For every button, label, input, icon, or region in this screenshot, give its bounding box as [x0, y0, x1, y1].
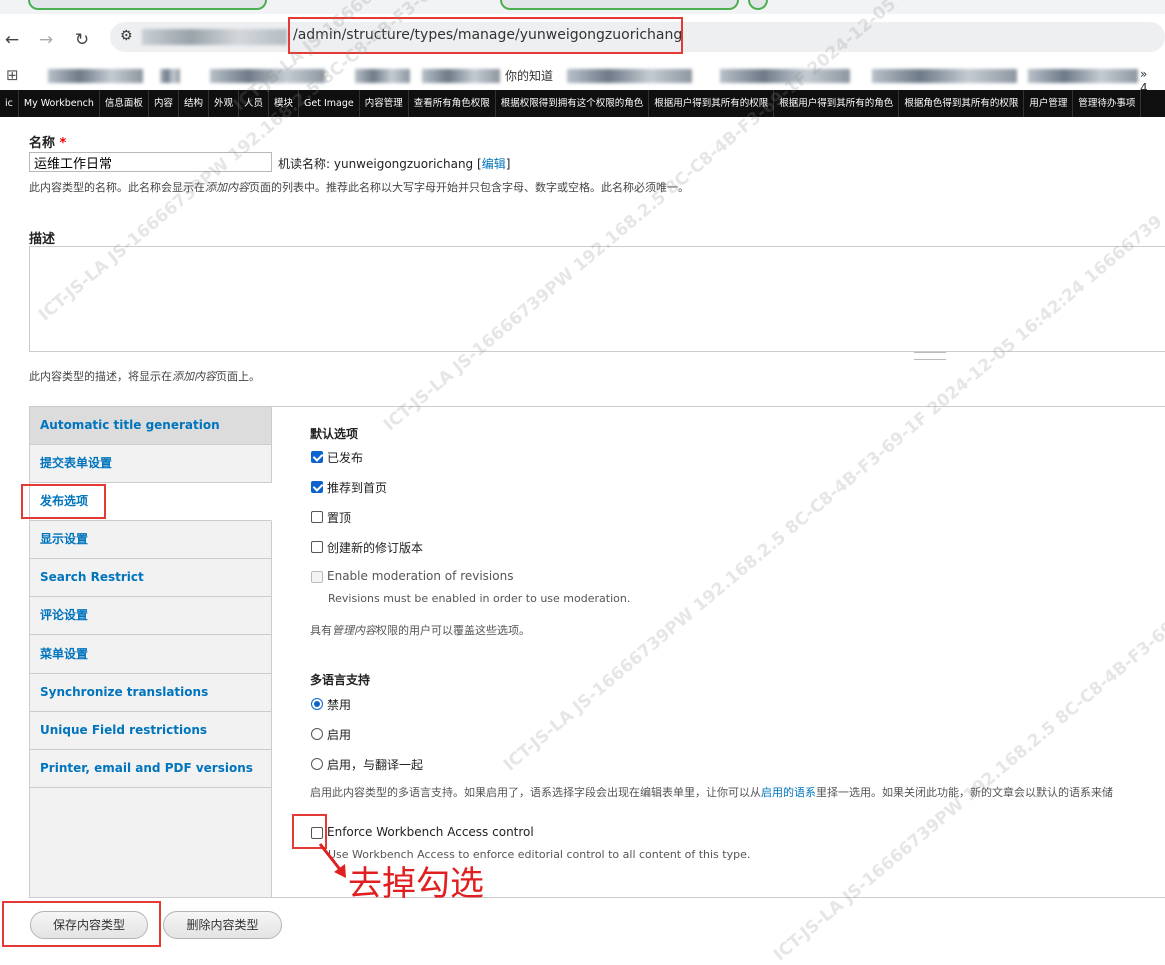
- admin-menu-item[interactable]: 根据角色得到其所有的权限: [899, 90, 1025, 117]
- admin-menu-item[interactable]: 内容管理: [360, 90, 409, 117]
- multilingual-title: 多语言支持: [310, 673, 371, 687]
- back-icon[interactable]: ←: [2, 30, 22, 50]
- moderation-help: Revisions must be enabled in order to us…: [328, 592, 631, 605]
- browser-tab[interactable]: [500, 0, 739, 10]
- bookmark-item[interactable]: [210, 69, 325, 83]
- vtab-menu-settings[interactable]: 菜单设置: [30, 636, 271, 674]
- admin-menu-item[interactable]: My Workbench: [19, 90, 100, 117]
- vtab-synchronize-translations[interactable]: Synchronize translations: [30, 674, 271, 712]
- bookmark-item[interactable]: [720, 69, 850, 83]
- save-highlight-box: [2, 901, 161, 947]
- vtab-unique-field[interactable]: Unique Field restrictions: [30, 712, 271, 750]
- admin-menu-item[interactable]: 根据权限得到拥有这个权限的角色: [496, 90, 650, 117]
- admin-toolbar: ic My Workbench 信息面板 内容 结构 外观 人员 模块 Get …: [0, 90, 1165, 117]
- vtab-automatic-title[interactable]: Automatic title generation: [30, 407, 271, 445]
- vtab-display-settings[interactable]: 显示设置: [30, 521, 271, 559]
- admin-menu-item[interactable]: 模块: [269, 90, 300, 117]
- new-tab-button[interactable]: [748, 0, 768, 10]
- default-options-title: 默认选项: [310, 427, 359, 441]
- name-input[interactable]: [29, 152, 272, 172]
- bookmark-item[interactable]: 你的知道: [505, 67, 553, 84]
- admin-menu-item[interactable]: 人员: [239, 90, 269, 117]
- multilingual-help: 启用此内容类型的多语言支持。如果启用了，语系选择字段会出现在编辑表单里，让你可以…: [310, 786, 1113, 799]
- published-checkbox[interactable]: [311, 451, 323, 463]
- description-textarea[interactable]: [29, 246, 1165, 352]
- delete-content-type-button[interactable]: 删除内容类型: [163, 911, 282, 939]
- admin-menu-item[interactable]: 根据用户得到其所有的角色: [774, 90, 900, 117]
- annotation-text: 去掉勾选: [348, 864, 484, 904]
- url-host-redacted: [142, 29, 287, 45]
- bookmark-item[interactable]: [160, 69, 180, 83]
- browser-tab[interactable]: [28, 0, 267, 10]
- site-settings-icon[interactable]: ⚙: [120, 28, 133, 44]
- description-help: 此内容类型的描述，将显示在添加内容页面上。: [29, 370, 260, 383]
- bookmark-item[interactable]: [1028, 69, 1138, 83]
- bookmark-item[interactable]: [355, 69, 410, 83]
- multilingual-disabled-label[interactable]: 禁用: [327, 696, 351, 713]
- name-label: 名称 *: [29, 136, 67, 151]
- multilingual-enabled-label[interactable]: 启用: [327, 726, 351, 743]
- enabled-languages-link[interactable]: 启用的语系: [761, 786, 816, 799]
- multilingual-enabled-radio[interactable]: [311, 728, 323, 740]
- url-highlight-box: [288, 17, 683, 54]
- required-mark: *: [59, 136, 67, 151]
- bookmark-item[interactable]: [422, 69, 500, 83]
- forward-icon[interactable]: →: [36, 30, 56, 50]
- name-help: 此内容类型的名称。此名称会显示在添加内容页面的列表中。推荐此名称以大写字母开始并…: [29, 181, 689, 194]
- textarea-resize-grip[interactable]: [914, 352, 946, 360]
- vertical-tab-list: Automatic title generation 提交表单设置 发布选项 显…: [29, 407, 272, 897]
- multilingual-translation-radio[interactable]: [311, 758, 323, 770]
- vtab-search-restrict[interactable]: Search Restrict: [30, 559, 271, 597]
- annotation-arrow-icon: [318, 843, 346, 878]
- apps-grid-icon[interactable]: ⊞: [6, 66, 19, 84]
- multilingual-translation-label[interactable]: 启用，与翻译一起: [327, 756, 423, 773]
- override-help: 具有管理内容权限的用户可以覆盖这些选项。: [310, 624, 530, 637]
- reload-icon[interactable]: ↻: [72, 30, 92, 50]
- moderation-label: Enable moderation of revisions: [327, 569, 514, 583]
- bookmark-item[interactable]: [872, 69, 1017, 83]
- vtab-printer-email-pdf[interactable]: Printer, email and PDF versions: [30, 750, 271, 788]
- machine-name-edit-link[interactable]: 编辑: [482, 157, 506, 171]
- admin-menu-item[interactable]: 外观: [209, 90, 239, 117]
- multilingual-disabled-radio[interactable]: [311, 698, 323, 710]
- revision-checkbox[interactable]: [311, 541, 323, 553]
- promote-label[interactable]: 推荐到首页: [327, 479, 387, 496]
- sticky-label[interactable]: 置顶: [327, 509, 351, 526]
- admin-menu-item[interactable]: 信息面板: [100, 90, 149, 117]
- machine-name: 机读名称: yunweigongzuorichang [编辑]: [278, 157, 511, 171]
- admin-menu-item[interactable]: 用户管理: [1024, 90, 1074, 117]
- admin-menu-item[interactable]: 根据用户得到其所有的权限: [649, 90, 775, 117]
- vtab-comment-settings[interactable]: 评论设置: [30, 597, 271, 635]
- vtab-submission-settings[interactable]: 提交表单设置: [30, 445, 271, 483]
- admin-menu-item[interactable]: 内容: [149, 90, 179, 117]
- bookmarks-bar: ⊞ 你的知道 » 4...: [0, 62, 1165, 95]
- admin-menu-item[interactable]: 管理待办事项: [1073, 90, 1142, 117]
- vertical-tabs: Automatic title generation 提交表单设置 发布选项 显…: [29, 406, 1165, 898]
- browser-tab-strip: [0, 0, 1165, 14]
- published-label[interactable]: 已发布: [327, 449, 363, 466]
- tab-highlight-box: [21, 484, 106, 519]
- sticky-checkbox[interactable]: [311, 511, 323, 523]
- revision-label[interactable]: 创建新的修订版本: [327, 539, 423, 556]
- admin-menu-item[interactable]: Get Image: [299, 90, 360, 117]
- admin-menu-item[interactable]: 结构: [179, 90, 209, 117]
- admin-menu-item[interactable]: ic: [0, 90, 19, 117]
- bookmark-item[interactable]: [48, 69, 143, 83]
- moderation-checkbox: [311, 571, 323, 583]
- promote-checkbox[interactable]: [311, 481, 323, 493]
- description-label: 描述: [29, 232, 56, 247]
- enforce-workbench-label[interactable]: Enforce Workbench Access control: [327, 825, 534, 839]
- admin-menu-item[interactable]: 查看所有角色权限: [409, 90, 496, 117]
- bookmark-item[interactable]: [567, 69, 692, 83]
